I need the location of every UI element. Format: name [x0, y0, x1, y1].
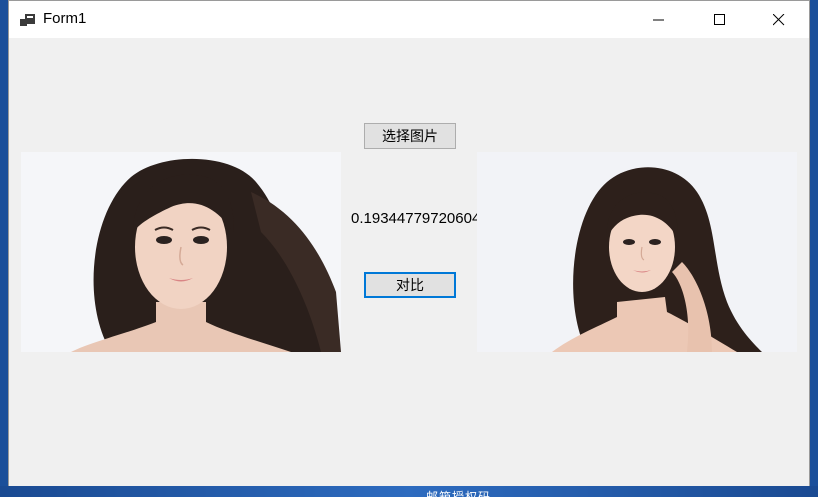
- minimize-icon: [653, 19, 664, 20]
- right-image: [477, 152, 797, 352]
- compare-button[interactable]: 对比: [364, 272, 456, 298]
- desktop-background: [0, 486, 818, 497]
- window-title: Form1: [43, 10, 87, 27]
- title-bar[interactable]: Form1: [9, 1, 809, 38]
- maximize-icon: [714, 13, 725, 25]
- left-image: [21, 152, 341, 352]
- portrait-photo-icon: [477, 152, 797, 352]
- form-window: Form1 选择图片 0.19344779720604618 对比: [8, 0, 810, 488]
- maximize-button[interactable]: [697, 1, 743, 38]
- app-icon: [20, 14, 35, 26]
- close-button[interactable]: [756, 1, 802, 38]
- portrait-photo-icon: [21, 152, 341, 352]
- select-image-button[interactable]: 选择图片: [364, 123, 456, 149]
- close-icon: [773, 13, 785, 25]
- desktop-icon-label[interactable]: 邮箱授权码: [426, 486, 491, 497]
- minimize-button[interactable]: [636, 1, 682, 38]
- form-client-area: 选择图片 0.19344779720604618 对比: [9, 38, 809, 488]
